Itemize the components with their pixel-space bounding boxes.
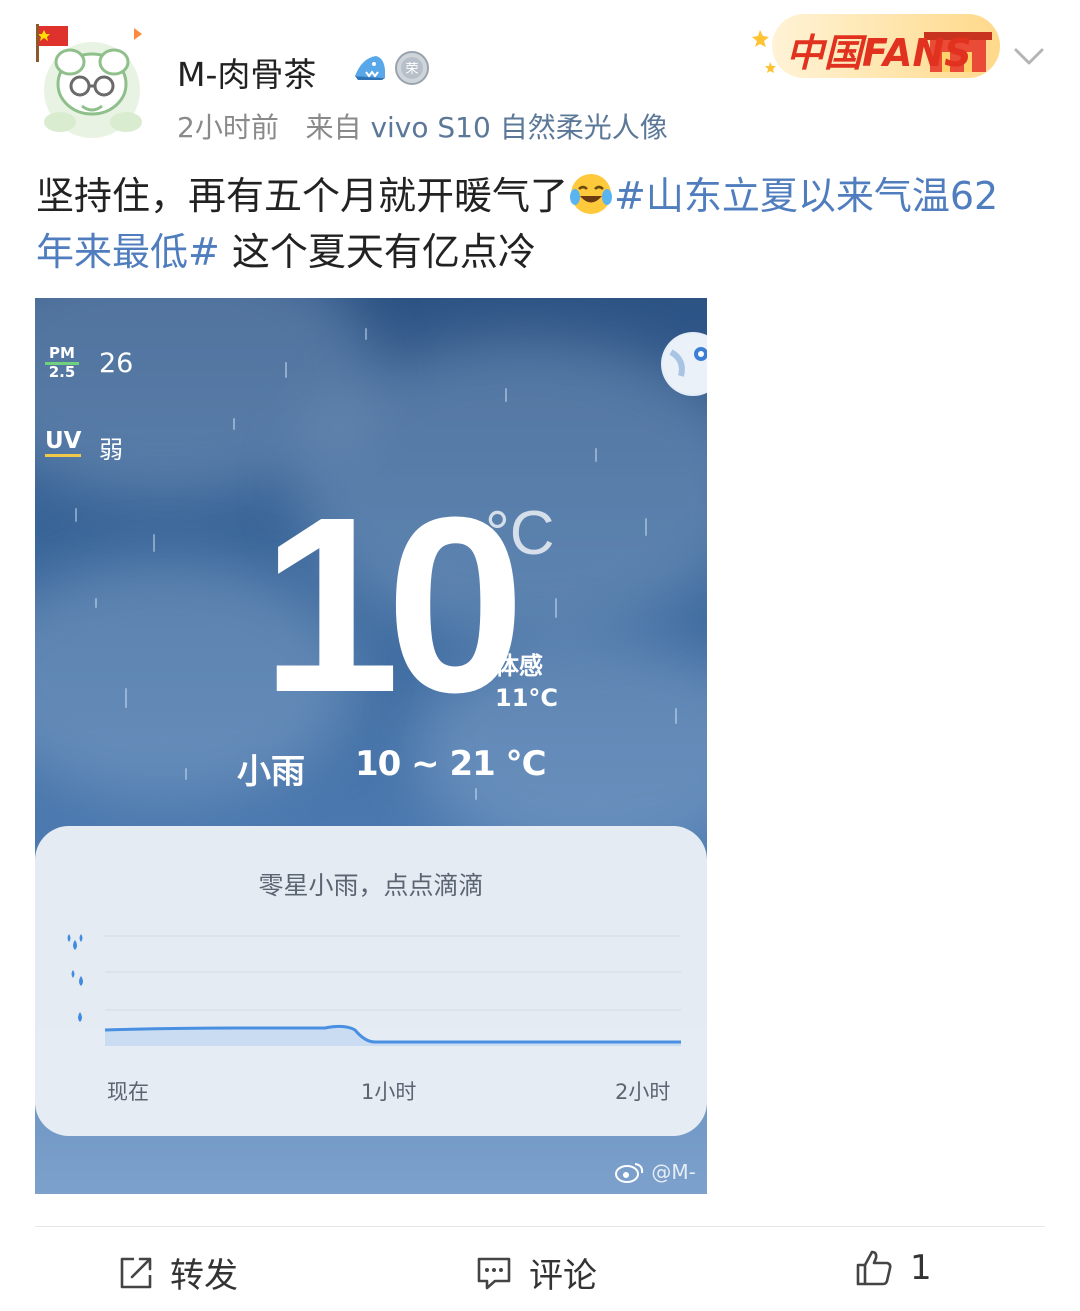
uv-value: 弱: [99, 436, 123, 464]
post-text-tail: 这个夏天有亿点冷: [219, 230, 536, 274]
x-label-1h: 1小时: [361, 1080, 417, 1104]
temperature-unit: °C: [485, 499, 555, 568]
fans-banner-text: 中国FANS: [786, 31, 972, 75]
watermark-text: @M-: [651, 1160, 696, 1184]
pm25-value: 26: [99, 348, 134, 379]
x-label-2h: 2小时: [615, 1080, 671, 1104]
pm-label-bottom: 2.5: [48, 363, 76, 381]
post-meta: 2小时前 来自 vivo S10 自然柔光人像: [177, 106, 668, 146]
source-device[interactable]: vivo S10 自然柔光人像: [370, 111, 667, 144]
weather-image[interactable]: PM 2.5 26 UV 弱 10 °C 体感 11°C 小雨 10 ~ 21 …: [35, 298, 707, 1194]
like-count: 1: [910, 1248, 932, 1288]
weather-condition: 小雨: [237, 752, 305, 792]
pm25-icon: PM 2.5: [45, 346, 79, 381]
medal-badge-icon[interactable]: 荣: [394, 50, 430, 86]
precipitation-summary: 零星小雨，点点滴滴: [258, 871, 484, 900]
precipitation-chart: [67, 934, 681, 1046]
comment-icon: [477, 1257, 511, 1289]
post-text-main: 坚持住，再有五个月就开暖气了: [36, 174, 569, 218]
divider: [35, 1226, 1045, 1227]
repost-button[interactable]: 转发: [118, 1248, 238, 1297]
repost-label: 转发: [170, 1256, 238, 1296]
weibo-logo-icon: [615, 1163, 644, 1183]
source-prefix: 来自: [305, 111, 362, 144]
repost-icon: [120, 1257, 152, 1288]
weibo-watermark: @M-: [615, 1160, 696, 1184]
svg-text:荣: 荣: [405, 62, 418, 77]
feels-like-value: 11°C: [495, 684, 559, 712]
feels-like-label: 体感: [495, 652, 543, 680]
user-avatar[interactable]: [30, 22, 150, 142]
uv-label: UV: [45, 428, 82, 457]
shark-badge-icon[interactable]: [352, 50, 388, 86]
chevron-down-icon[interactable]: [1012, 44, 1046, 70]
username[interactable]: M-肉骨茶: [177, 48, 316, 96]
current-temperature: 10: [261, 465, 525, 744]
x-label-now: 现在: [107, 1080, 149, 1104]
laugh-cry-emoji-icon: [568, 171, 614, 217]
comment-button[interactable]: 评论: [475, 1248, 597, 1297]
like-button[interactable]: 1: [854, 1248, 932, 1288]
china-fans-banner[interactable]: 中国FANS: [752, 8, 1010, 84]
post-text: 坚持住，再有五个月就开暖气了 #山东立夏以来气温62年来最低# 这个夏天有亿点冷: [36, 168, 1036, 280]
feels-like: 体感 11°C: [495, 650, 558, 714]
comment-label: 评论: [529, 1256, 597, 1296]
post-time: 2小时前: [177, 111, 279, 144]
temperature-range: 10 ~ 21 °C: [355, 744, 547, 784]
thumbs-up-icon: [856, 1250, 892, 1286]
